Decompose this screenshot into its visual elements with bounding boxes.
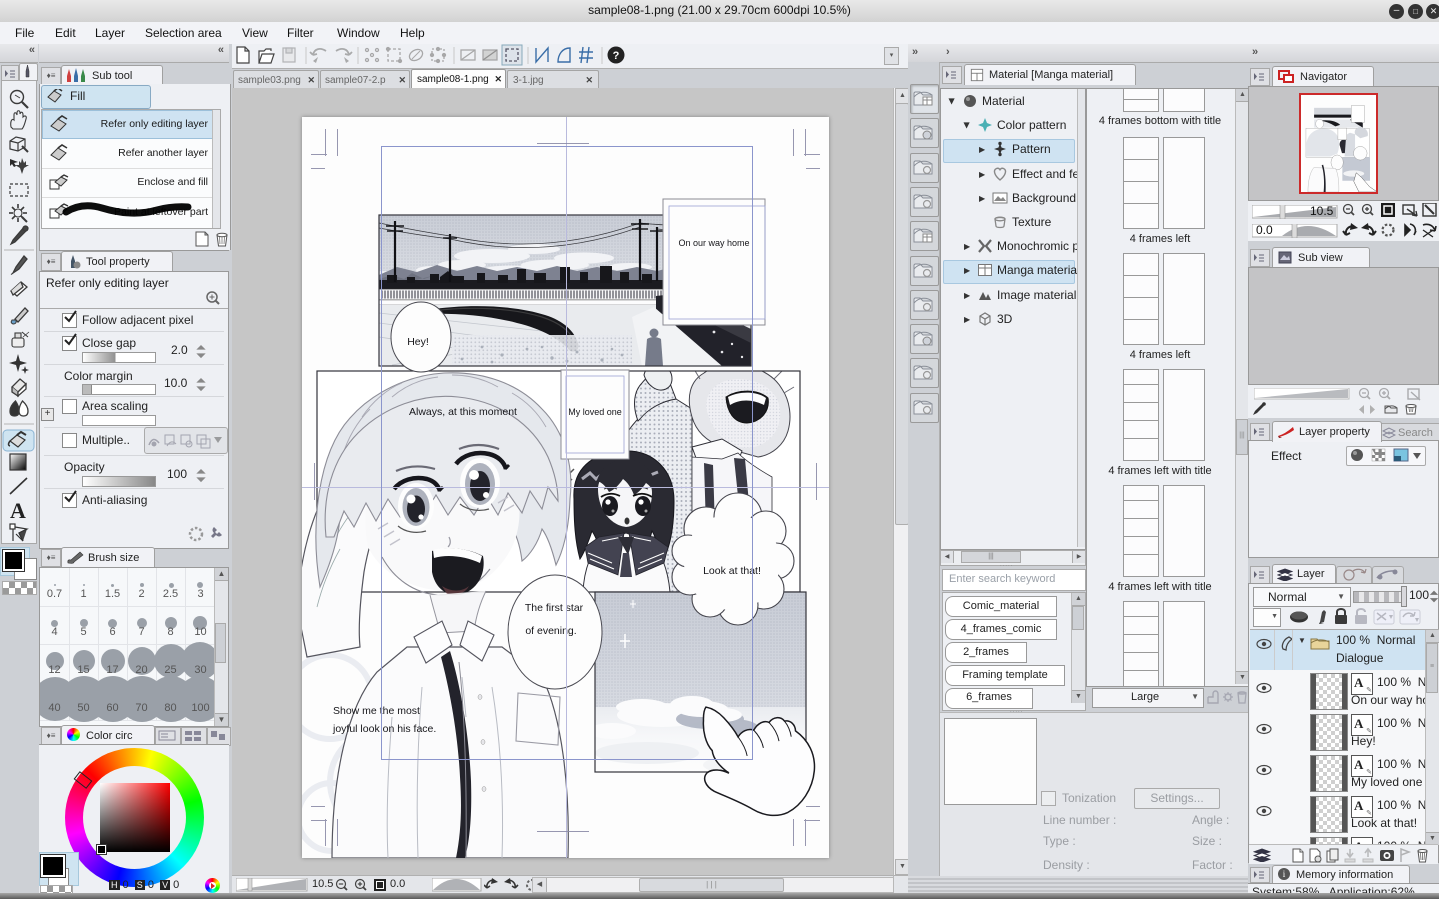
svg-text:of evening.: of evening. (525, 625, 576, 637)
svg-text:The first star: The first star (525, 602, 584, 614)
svg-text:A: A (10, 498, 26, 523)
svg-text:Show me the most: Show me the most (333, 705, 420, 717)
svg-text:joyful look on his face.: joyful look on his face. (332, 723, 436, 735)
svg-text:My loved one: My loved one (568, 407, 622, 417)
svg-text:Always, at this moment: Always, at this moment (409, 406, 517, 418)
svg-text:On our way home: On our way home (678, 238, 749, 248)
svg-text:?: ? (613, 50, 620, 62)
svg-text:Hey!: Hey! (407, 336, 429, 348)
